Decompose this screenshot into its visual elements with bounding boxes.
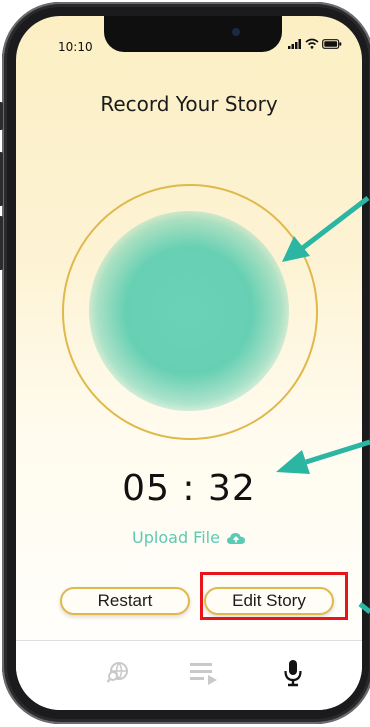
highlight-box: [200, 572, 348, 620]
status-icons: [288, 38, 342, 49]
phone-frame: 10:10 Record Your Story 05 : 32 Upload F…: [0, 2, 370, 724]
status-time: 10:10: [58, 40, 93, 54]
signal-icon: [288, 38, 301, 49]
notch: [104, 16, 282, 52]
front-camera: [232, 28, 240, 36]
playlist-icon: [190, 663, 217, 685]
microphone-icon: [284, 660, 302, 687]
battery-icon: [322, 38, 342, 49]
upload-file-label: Upload File: [132, 528, 220, 547]
restart-button[interactable]: Restart: [60, 587, 190, 615]
bottom-tab-bar: [16, 640, 362, 710]
wifi-icon: [305, 38, 319, 49]
tab-explore[interactable]: [98, 655, 138, 691]
upload-file-link[interactable]: Upload File: [16, 528, 362, 547]
mute-switch: [0, 102, 3, 130]
volume-up-button: [0, 152, 3, 206]
tab-stories[interactable]: [184, 655, 224, 691]
record-button[interactable]: [89, 211, 289, 411]
cloud-upload-icon: [226, 532, 245, 544]
app-screen: 10:10 Record Your Story 05 : 32 Upload F…: [16, 16, 362, 710]
globe-search-icon: [106, 662, 128, 683]
tab-record[interactable]: [273, 655, 313, 691]
annotation-arrow-timer: [276, 439, 370, 474]
page-title: Record Your Story: [100, 92, 278, 116]
annotation-arrow-record: [282, 196, 370, 262]
annotation-arrow-edit: [358, 602, 370, 614]
volume-down-button: [0, 216, 3, 270]
